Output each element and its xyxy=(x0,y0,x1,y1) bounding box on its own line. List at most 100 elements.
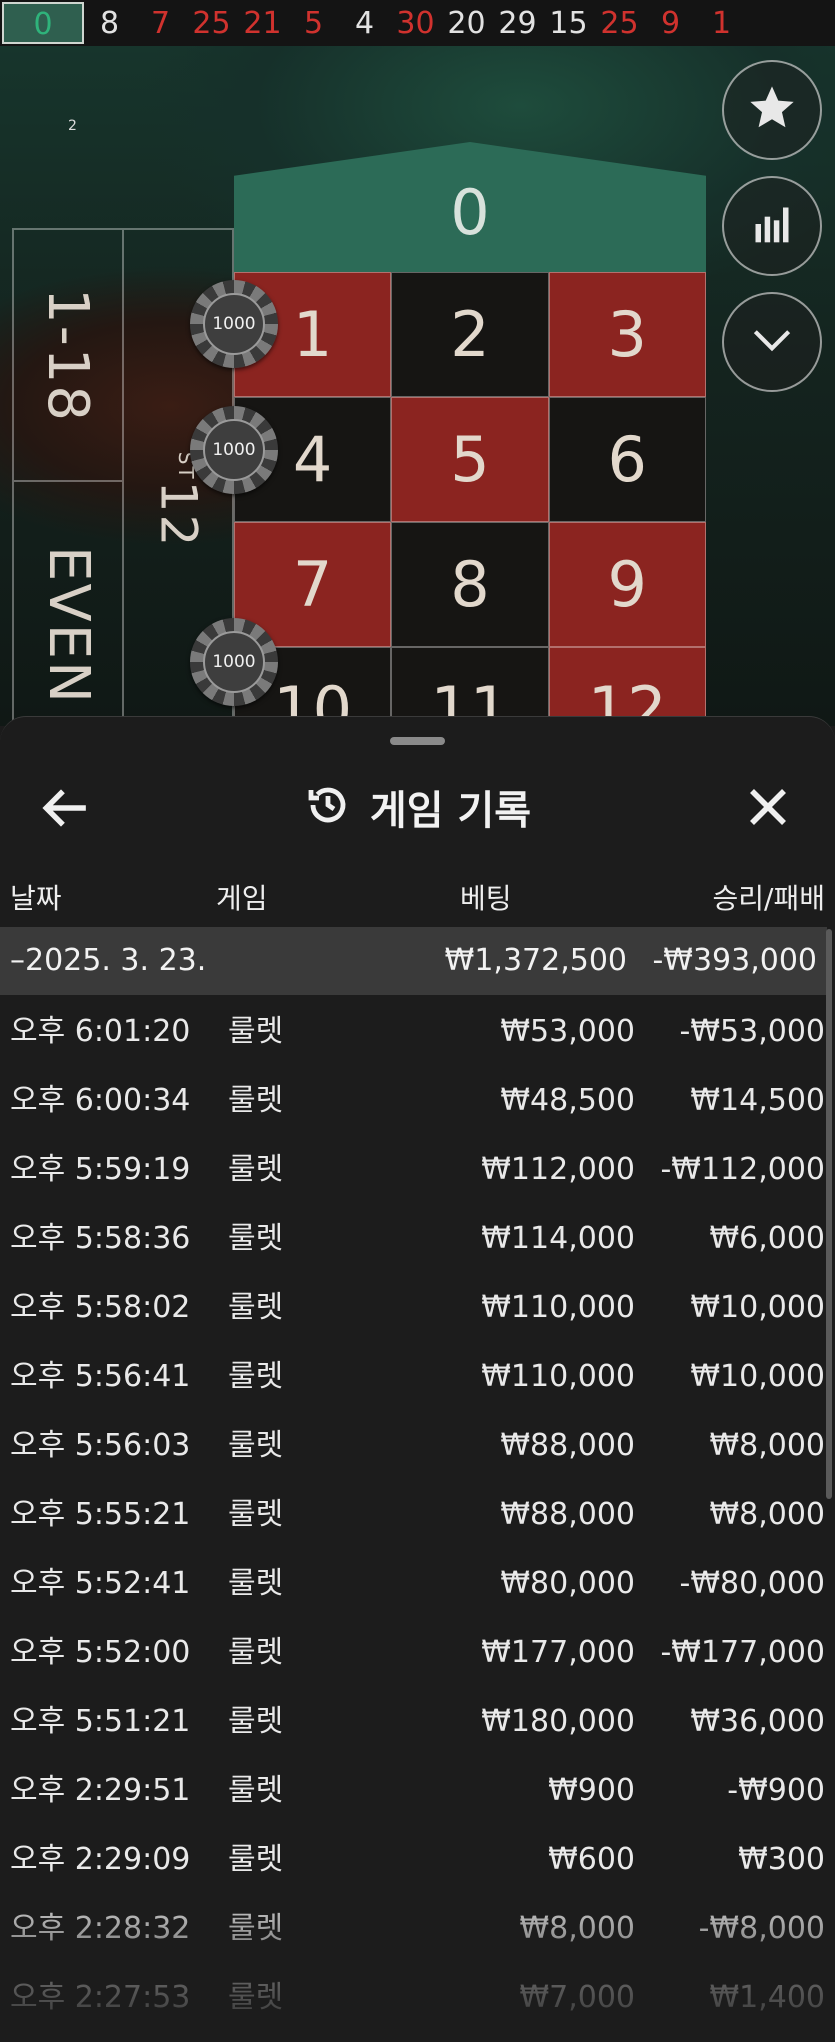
bet-chip[interactable]: 1000 xyxy=(190,618,278,706)
bet-low-1-18[interactable]: 1-18 xyxy=(14,230,122,482)
row-bet: ₩80,000 xyxy=(500,1566,635,1601)
result-item: 4 xyxy=(354,5,375,41)
history-row[interactable]: 오후 5:58:02 룰렛 ₩110,000 ₩10,000 xyxy=(0,1273,835,1342)
row-time: 오후 5:59:19 xyxy=(10,1152,191,1187)
row-time: 오후 5:51:21 xyxy=(10,1704,191,1739)
history-row[interactable]: 오후 5:59:19 룰렛 ₩112,000 -₩112,000 xyxy=(0,1135,835,1204)
row-game: 룰렛 xyxy=(228,1359,284,1394)
row-win-loss: ₩8,000 xyxy=(709,1428,825,1463)
result-item: 15 xyxy=(549,5,588,41)
history-row[interactable]: 오후 5:52:41 룰렛 ₩80,000 -₩80,000 xyxy=(0,1549,835,1618)
result-item: 9 xyxy=(660,5,681,41)
result-item: 1 xyxy=(711,5,732,41)
result-item: 25 xyxy=(192,5,231,41)
column-header-date: 날짜 xyxy=(10,882,62,915)
bet-number-6[interactable]: 6 xyxy=(548,397,706,522)
bet-even-label: EVEN xyxy=(35,545,101,705)
row-bet: ₩110,000 xyxy=(481,1290,635,1325)
row-win-loss: -₩53,000 xyxy=(679,1014,825,1049)
row-win-loss: ₩14,500 xyxy=(690,1083,825,1118)
close-button[interactable] xyxy=(744,783,792,831)
history-row[interactable]: 오후 2:29:51 룰렛 ₩900 -₩900 xyxy=(0,1756,835,1825)
row-game: 룰렛 xyxy=(228,1842,284,1877)
row-bet: ₩177,000 xyxy=(481,1635,635,1670)
row-time: 오후 6:00:34 xyxy=(10,1083,191,1118)
star-icon xyxy=(746,82,798,138)
row-win-loss: -₩112,000 xyxy=(660,1152,825,1187)
game-history-sheet: 게임 기록 날짜 게임 베팅 승리/패배 –2025. 3. 23. ₩1,37… xyxy=(0,716,835,2042)
number-grid: 1 2 3 4 5 6 7 8 9 10 11 12 xyxy=(234,272,706,772)
bet-low-label: 1-18 xyxy=(35,287,101,423)
date-group-row[interactable]: –2025. 3. 23. ₩1,372,500 -₩393,000 xyxy=(0,927,827,995)
column-header-win-loss: 승리/패배 xyxy=(712,882,825,915)
sheet-header: 게임 기록 xyxy=(0,757,835,857)
bet-chip[interactable]: 1000 xyxy=(190,280,278,368)
history-row[interactable]: 오후 6:01:20 룰렛 ₩53,000 -₩53,000 xyxy=(0,997,835,1066)
result-item: 29 xyxy=(498,5,537,41)
result-item: 5 xyxy=(303,5,324,41)
row-game: 룰렛 xyxy=(228,1635,284,1670)
group-win-total: -₩393,000 xyxy=(652,943,817,978)
row-bet: ₩110,000 xyxy=(481,1359,635,1394)
row-game: 룰렛 xyxy=(228,1221,284,1256)
row-win-loss: ₩36,000 xyxy=(690,1704,825,1739)
row-bet: ₩180,000 xyxy=(481,1704,635,1739)
row-bet: ₩114,000 xyxy=(481,1221,635,1256)
bet-number-3[interactable]: 3 xyxy=(548,272,706,397)
history-row[interactable]: 오후 5:52:00 룰렛 ₩177,000 -₩177,000 xyxy=(0,1618,835,1687)
row-bet: ₩88,000 xyxy=(500,1497,635,1532)
result-item: 8 xyxy=(99,5,120,41)
row-time: 오후 6:01:20 xyxy=(10,1014,191,1049)
chevron-down-icon xyxy=(747,315,797,369)
history-row[interactable]: 오후 2:28:32 룰렛 ₩8,000 -₩8,000 xyxy=(0,1894,835,1963)
row-bet: ₩8,000 xyxy=(519,1911,635,1946)
row-win-loss: ₩8,000 xyxy=(709,1497,825,1532)
bet-number-8[interactable]: 8 xyxy=(391,522,549,647)
row-win-loss: ₩10,000 xyxy=(690,1290,825,1325)
row-win-loss: ₩10,000 xyxy=(690,1359,825,1394)
row-bet: ₩88,000 xyxy=(500,1428,635,1463)
row-win-loss: ₩1,400 xyxy=(709,1980,825,2015)
bet-number-2[interactable]: 2 xyxy=(391,272,549,397)
scrollbar[interactable] xyxy=(826,929,832,1499)
row-time: 오후 5:58:02 xyxy=(10,1290,191,1325)
row-time: 오후 2:28:32 xyxy=(10,1911,191,1946)
collapse-button[interactable] xyxy=(722,292,822,392)
row-game: 룰렛 xyxy=(228,1290,284,1325)
row-win-loss: -₩80,000 xyxy=(679,1566,825,1601)
history-row[interactable]: 오후 5:56:03 룰렛 ₩88,000 ₩8,000 xyxy=(0,1411,835,1480)
row-game: 룰렛 xyxy=(228,1083,284,1118)
row-time: 오후 5:55:21 xyxy=(10,1497,191,1532)
row-bet: ₩48,500 xyxy=(500,1083,635,1118)
roulette-table-view: 2 1-18 EVEN ST12 0 1 2 3 4 5 6 7 8 9 10 11 12 1000 … xyxy=(0,46,835,772)
history-row[interactable]: 오후 2:29:09 룰렛 ₩600 ₩300 xyxy=(0,1825,835,1894)
favorite-button[interactable] xyxy=(722,60,822,160)
row-game: 룰렛 xyxy=(228,1980,284,2015)
history-row[interactable]: 오후 5:58:36 룰렛 ₩114,000 ₩6,000 xyxy=(0,1204,835,1273)
row-time: 오후 5:58:36 xyxy=(10,1221,191,1256)
row-win-loss: -₩8,000 xyxy=(698,1911,825,1946)
group-bet-total: ₩1,372,500 xyxy=(444,943,627,978)
row-time: 오후 5:56:03 xyxy=(10,1428,191,1463)
bet-number-5[interactable]: 5 xyxy=(391,397,549,522)
history-row[interactable]: 오후 5:56:41 룰렛 ₩110,000 ₩10,000 xyxy=(0,1342,835,1411)
row-time: 오후 5:56:41 xyxy=(10,1359,191,1394)
history-row[interactable]: 오후 6:00:34 룰렛 ₩48,500 ₩14,500 xyxy=(0,1066,835,1135)
result-item: 30 xyxy=(396,5,435,41)
row-win-loss: ₩300 xyxy=(738,1842,825,1877)
row-game: 룰렛 xyxy=(228,1152,284,1187)
bet-chip[interactable]: 1000 xyxy=(190,406,278,494)
bet-number-0[interactable]: 0 xyxy=(234,142,706,272)
statistics-button[interactable] xyxy=(722,176,822,276)
bet-number-9[interactable]: 9 xyxy=(548,522,706,647)
row-game: 룰렛 xyxy=(228,1497,284,1532)
sheet-drag-handle[interactable] xyxy=(390,737,445,745)
row-time: 오후 2:27:53 xyxy=(10,1980,191,2015)
history-row[interactable]: 오후 5:51:21 룰렛 ₩180,000 ₩36,000 xyxy=(0,1687,835,1756)
history-row[interactable]: 오후 2:27:53 룰렛 ₩7,000 ₩1,400 xyxy=(0,1963,835,2032)
row-time: 오후 5:52:00 xyxy=(10,1635,191,1670)
result-item: 7 xyxy=(150,5,171,41)
row-time: 오후 2:29:09 xyxy=(10,1842,191,1877)
column-header-game: 게임 xyxy=(216,882,268,915)
history-row[interactable]: 오후 5:55:21 룰렛 ₩88,000 ₩8,000 xyxy=(0,1480,835,1549)
